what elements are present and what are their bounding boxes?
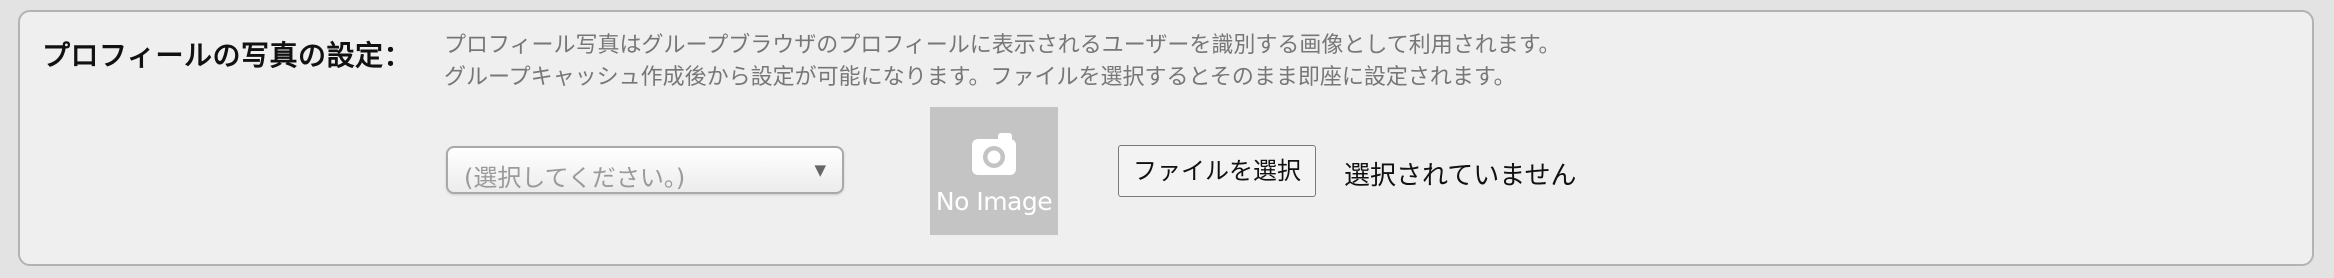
- description-line-1: プロフィール写真はグループブラウザのプロフィールに表示されるユーザーを識別する画…: [444, 33, 1561, 58]
- setting-description: プロフィール写真はグループブラウザのプロフィールに表示されるユーザーを識別する画…: [444, 30, 1561, 94]
- setting-label: プロフィールの写真の設定：: [42, 39, 412, 72]
- profile-photo-setting-panel: プロフィールの写真の設定： プロフィール写真はグループブラウザのプロフィールに表…: [18, 10, 2314, 266]
- choose-file-button[interactable]: ファイルを選択: [1118, 145, 1316, 197]
- file-status-text: 選択されていません: [1344, 161, 1577, 191]
- select-value: (選択してください。): [464, 164, 686, 192]
- camera-icon: [972, 133, 1016, 175]
- chevron-down-icon: ▼: [814, 161, 826, 179]
- description-line-2: グループキャッシュ作成後から設定が可能になります。ファイルを選択するとそのまま即…: [444, 65, 1516, 90]
- photo-select-dropdown[interactable]: (選択してください。) ▼: [446, 146, 844, 194]
- profile-photo-preview: No Image: [930, 107, 1058, 235]
- no-image-text: No Image: [935, 187, 1053, 216]
